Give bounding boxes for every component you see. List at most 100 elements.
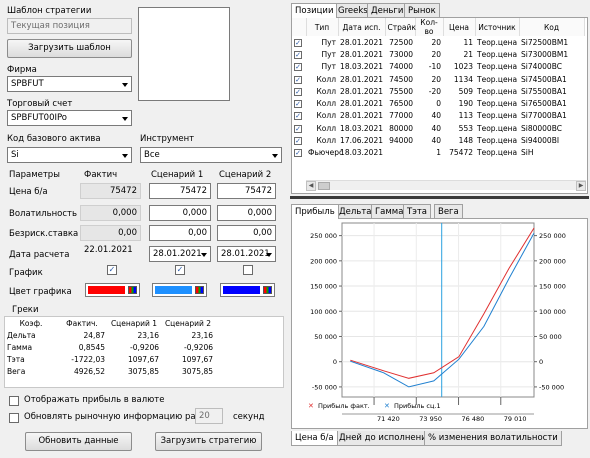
table-cell: Фьючерс xyxy=(308,148,344,158)
chart-fact-checkbox[interactable]: ✓ xyxy=(107,265,117,275)
row-checkbox[interactable]: ✓ xyxy=(294,87,302,96)
table-row[interactable]: ✓ Колл 28.01.2021 74500 20 1134 Теор.цена Si745… xyxy=(292,73,584,85)
tab-price-ba[interactable]: Цена б/а xyxy=(291,431,338,446)
show-in-currency-checkbox[interactable] xyxy=(9,396,19,406)
color-s1-picker[interactable] xyxy=(152,283,207,297)
table-cell: 75500 xyxy=(389,86,413,96)
firm-label: Фирма xyxy=(7,65,37,75)
greeks-cell: Дельта xyxy=(7,330,36,340)
load-template-button[interactable]: Загрузить шаблон xyxy=(7,39,132,58)
positions-col-header[interactable]: Дата исп. xyxy=(338,18,386,36)
row-checkbox-cell[interactable]: ✓ xyxy=(292,73,306,85)
y-tick-label-right: 150 000 xyxy=(539,283,566,291)
positions-col-header[interactable]: Кол-во xyxy=(415,18,444,36)
positions-col-header[interactable]: Цена xyxy=(443,18,476,36)
update-interval-input[interactable]: 20 xyxy=(195,408,223,424)
account-select[interactable]: SPBFUT00IPo xyxy=(7,110,132,126)
row-checkbox-cell[interactable]: ✓ xyxy=(292,147,306,159)
price-s1-input[interactable]: 75472 xyxy=(149,183,211,199)
chevron-down-icon xyxy=(122,83,128,87)
table-row[interactable]: ✓ Колл 17.06.2021 94000 40 148 Теор.цена Si9400… xyxy=(292,134,584,146)
tab-money[interactable]: Деньги xyxy=(367,3,408,18)
table-row[interactable]: ✓ Пут 28.01.2021 72500 20 11 Теор.цена Si72500B… xyxy=(292,36,584,48)
tab-days-to-expiry[interactable]: Дней до исполнения xyxy=(335,431,436,446)
y-tick-label-right: 100 000 xyxy=(539,308,566,316)
tab-gamma[interactable]: Гамма xyxy=(371,204,408,219)
row-checkbox-cell[interactable]: ✓ xyxy=(292,48,306,60)
y-tick-label-right: 200 000 xyxy=(539,257,566,265)
color-s2-picker[interactable] xyxy=(220,283,275,297)
rate-s2-input[interactable]: 0,00 xyxy=(217,225,276,241)
table-cell: 18.03.2021 xyxy=(340,62,383,72)
row-checkbox-cell[interactable]: ✓ xyxy=(292,36,306,48)
base-asset-select[interactable]: Si xyxy=(7,147,132,163)
chart-s1-checkbox[interactable]: ✓ xyxy=(175,265,185,275)
table-row[interactable]: ✓ Пут 18.03.2021 74000 -10 1023 Теор.цена Si740… xyxy=(292,61,584,73)
table-cell: Si73000BM1 xyxy=(521,49,569,59)
rate-s1-input[interactable]: 0,00 xyxy=(149,225,211,241)
row-checkbox-cell[interactable]: ✓ xyxy=(292,61,306,73)
row-checkbox-cell[interactable]: ✓ xyxy=(292,85,306,97)
table-row[interactable]: ✓ Колл 28.01.2021 77000 40 113 Теор.цена Si7700… xyxy=(292,110,584,122)
date-s2-picker[interactable]: 28.01.2021 xyxy=(217,246,276,262)
row-checkbox-cell[interactable]: ✓ xyxy=(292,122,306,134)
greeks-title: Греки xyxy=(12,305,39,315)
color-fact-picker[interactable] xyxy=(85,283,140,297)
table-cell: Si77000BA1 xyxy=(521,111,567,121)
table-cell: Теор.цена xyxy=(477,123,518,133)
table-row[interactable]: ✓ Колл 28.01.2021 75500 -20 509 Теор.цена Si755… xyxy=(292,85,584,97)
row-checkbox-cell[interactable]: ✓ xyxy=(292,97,306,109)
tab-profit[interactable]: Прибыль xyxy=(291,204,339,219)
strategy-preview xyxy=(138,7,230,101)
splitter[interactable] xyxy=(290,196,589,199)
price-fact: 75472 xyxy=(80,183,141,199)
table-row[interactable]: ✓ Колл 28.01.2021 76500 0 190 Теор.цена Si76500… xyxy=(292,97,584,109)
row-checkbox[interactable]: ✓ xyxy=(294,63,302,72)
update-market-checkbox[interactable] xyxy=(9,413,19,423)
vol-s1-input[interactable]: 0,000 xyxy=(149,205,211,221)
chart-s2-checkbox[interactable] xyxy=(243,265,253,275)
row-checkbox[interactable]: ✓ xyxy=(294,50,302,59)
row-checkbox-cell[interactable]: ✓ xyxy=(292,134,306,146)
row-checkbox[interactable]: ✓ xyxy=(294,38,302,47)
date-s1-picker[interactable]: 28.01.2021 xyxy=(149,246,211,262)
firm-select[interactable]: SPBFUT xyxy=(7,76,132,92)
price-s2-input[interactable]: 75472 xyxy=(217,183,276,199)
param-label-rate: Безриск.ставка xyxy=(9,229,79,239)
row-checkbox[interactable]: ✓ xyxy=(294,149,302,158)
row-checkbox[interactable]: ✓ xyxy=(294,100,302,109)
row-checkbox[interactable]: ✓ xyxy=(294,137,302,146)
table-row[interactable]: ✓ Фьючерс 18.03.2021 1 75472 Теор.цена SiH xyxy=(292,147,584,159)
strategy-template-field[interactable]: Текущая позиция xyxy=(7,18,132,34)
tab-positions[interactable]: Позиции xyxy=(291,3,338,18)
profit-chart[interactable]: 250 000 250 000 200 000 200 000 150 000 150 0… xyxy=(292,219,587,428)
tab-vega[interactable]: Вега xyxy=(434,204,463,219)
positions-col-header[interactable]: Источник xyxy=(475,18,520,36)
table-row[interactable]: ✓ Пут 28.01.2021 73000 20 21 Теор.цена Si73000B… xyxy=(292,48,584,60)
refresh-data-button[interactable]: Обновить данные xyxy=(25,432,132,451)
row-checkbox-cell[interactable]: ✓ xyxy=(292,110,306,122)
table-cell: Теор.цена xyxy=(477,37,518,47)
table-cell: 40 xyxy=(431,111,441,121)
row-checkbox[interactable]: ✓ xyxy=(294,75,302,84)
color-swatch xyxy=(88,286,125,294)
table-cell: Пут xyxy=(321,37,336,47)
scroll-thumb[interactable] xyxy=(318,182,330,190)
positions-col-header[interactable]: Код xyxy=(519,18,585,36)
tab-theta[interactable]: Тэта xyxy=(403,204,432,219)
positions-col-header[interactable]: Страйк xyxy=(385,18,416,36)
table-cell: 74000 xyxy=(389,62,413,72)
positions-hscrollbar[interactable]: ◀ ▶ xyxy=(306,180,586,191)
scroll-left-icon[interactable]: ◀ xyxy=(306,181,316,191)
row-checkbox[interactable]: ✓ xyxy=(294,112,302,121)
tab-market[interactable]: Рынок xyxy=(404,3,440,18)
tab-vol-change[interactable]: % изменения волатильности xyxy=(424,431,562,446)
table-row[interactable]: ✓ Колл 18.03.2021 80000 40 553 Теор.цена Si8000… xyxy=(292,122,584,134)
row-checkbox[interactable]: ✓ xyxy=(294,124,302,133)
scroll-right-icon[interactable]: ▶ xyxy=(576,181,586,191)
load-strategy-button[interactable]: Загрузить стратегию xyxy=(155,432,262,451)
vol-s2-input[interactable]: 0,000 xyxy=(217,205,276,221)
instrument-select[interactable]: Все xyxy=(140,147,282,163)
positions-col-header[interactable]: Тип xyxy=(306,18,339,36)
tab-delta[interactable]: Дельта xyxy=(335,204,376,219)
